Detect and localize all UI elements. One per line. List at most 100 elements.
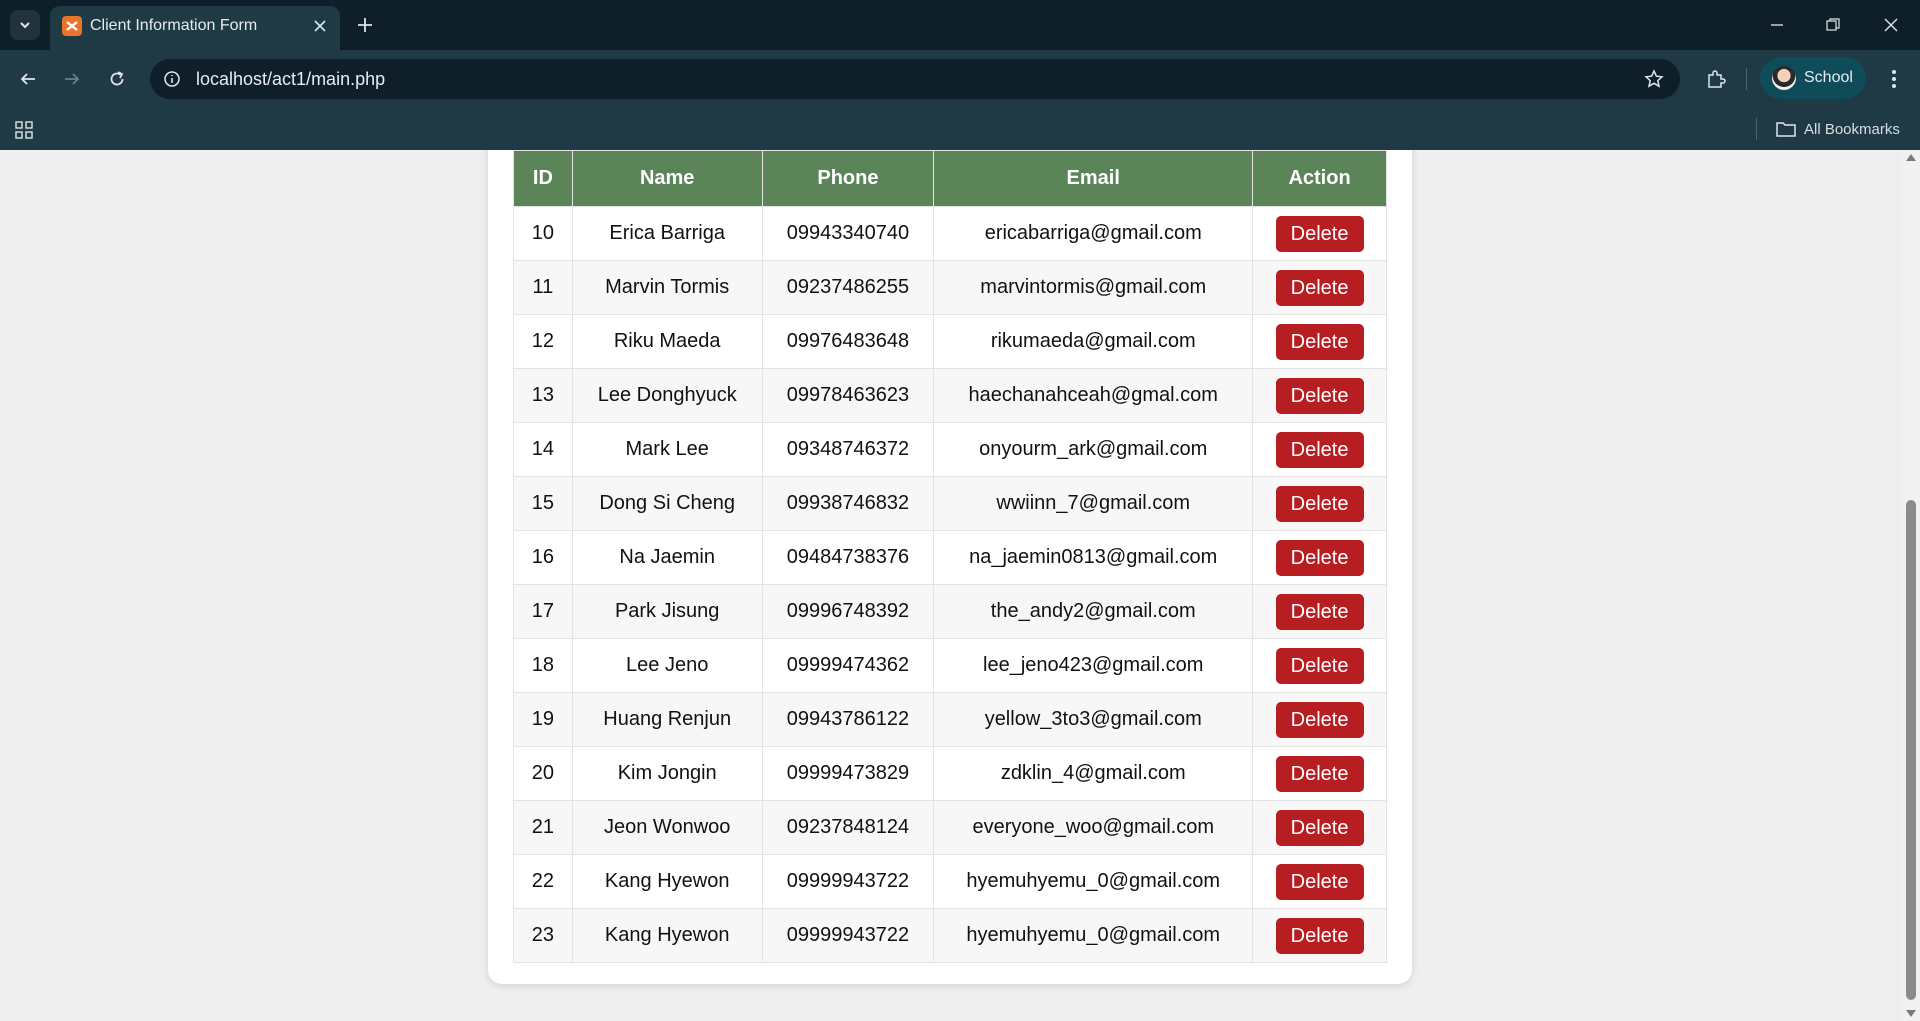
cell-name: Kang Hyewon: [571, 908, 763, 963]
scroll-up-arrow-icon[interactable]: [1906, 154, 1916, 161]
cell-name: Kang Hyewon: [571, 854, 763, 909]
tab-title: Client Information Form: [90, 17, 258, 34]
site-info-icon[interactable]: [160, 67, 184, 91]
table-row: 23 Kang Hyewon 09999943722 hyemuhyemu_0@gma…: [513, 908, 1387, 963]
header-name: Name: [571, 150, 763, 207]
delete-button[interactable]: Delete: [1275, 539, 1364, 576]
table-row: 17 Park Jisung 09996748392 the_andy2@gmail.…: [513, 584, 1387, 639]
table-row: 14 Mark Lee 09348746372 onyourm_ark@gmail.c…: [513, 422, 1387, 477]
table-row: 15 Dong Si Cheng 09938746832 wwiinn_7@gmail…: [513, 476, 1387, 531]
header-id: ID: [513, 150, 573, 207]
cell-id: 13: [513, 368, 573, 423]
browser-toolbar: localhost/act1/main.php School: [0, 50, 1920, 108]
active-tab[interactable]: Client Information Form: [50, 6, 340, 50]
table-row: 11 Marvin Tormis 09237486255 marvintormis@g…: [513, 260, 1387, 315]
bookmark-star-icon[interactable]: [1642, 67, 1666, 91]
cell-action: Delete: [1252, 368, 1387, 423]
cell-name: Dong Si Cheng: [571, 476, 763, 531]
delete-button[interactable]: Delete: [1275, 215, 1364, 252]
address-bar[interactable]: localhost/act1/main.php: [150, 59, 1680, 99]
chevron-down-icon: [20, 22, 30, 29]
delete-button[interactable]: Delete: [1275, 323, 1364, 360]
delete-button[interactable]: Delete: [1275, 647, 1364, 684]
table-row: 13 Lee Donghyuck 09978463623 haechanahceah@…: [513, 368, 1387, 423]
all-bookmarks-label: All Bookmarks: [1804, 120, 1900, 138]
cell-action: Delete: [1252, 854, 1387, 909]
cell-name: Marvin Tormis: [571, 260, 763, 315]
cell-action: Delete: [1252, 530, 1387, 585]
table-row: 20 Kim Jongin 09999473829 zdklin_4@gmail.co…: [513, 746, 1387, 801]
cell-action: Delete: [1252, 908, 1387, 963]
cell-id: 10: [513, 206, 573, 261]
forward-arrow-icon[interactable]: [56, 63, 88, 95]
cell-id: 21: [513, 800, 573, 855]
cell-email: yellow_3to3@gmail.com: [933, 692, 1254, 747]
restore-icon[interactable]: [1818, 10, 1848, 40]
cell-name: Kim Jongin: [571, 746, 763, 801]
delete-button[interactable]: Delete: [1275, 701, 1364, 738]
cell-action: Delete: [1252, 422, 1387, 477]
table-row: 16 Na Jaemin 09484738376 na_jaemin0813@gmai…: [513, 530, 1387, 585]
cell-phone: 09999474362: [761, 638, 935, 693]
cell-email: wwiinn_7@gmail.com: [933, 476, 1254, 531]
close-window-icon[interactable]: [1876, 10, 1906, 40]
url-text[interactable]: localhost/act1/main.php: [196, 69, 385, 89]
cell-action: Delete: [1252, 692, 1387, 747]
cell-phone: 09943786122: [761, 692, 935, 747]
page-scrollbar[interactable]: [1902, 150, 1920, 1021]
cell-name: Jeon Wonwoo: [571, 800, 763, 855]
cell-email: hyemuhyemu_0@gmail.com: [933, 908, 1254, 963]
cell-email: na_jaemin0813@gmail.com: [933, 530, 1254, 585]
client-table-card: ID Name Phone Email Action 10 Erica Barri…: [488, 150, 1412, 984]
header-action: Action: [1252, 150, 1387, 207]
close-tab-icon[interactable]: [310, 16, 330, 36]
delete-button[interactable]: Delete: [1275, 431, 1364, 468]
all-bookmarks-button[interactable]: All Bookmarks: [1776, 116, 1900, 142]
page-viewport: ID Name Phone Email Action 10 Erica Barri…: [0, 150, 1902, 1021]
scroll-thumb[interactable]: [1906, 500, 1916, 1000]
avatar: [1772, 66, 1796, 90]
cell-id: 19: [513, 692, 573, 747]
cell-phone: 09237848124: [761, 800, 935, 855]
cell-phone: 09978463623: [761, 368, 935, 423]
table-row: 10 Erica Barriga 09943340740 ericabarriga@g…: [513, 206, 1387, 261]
more-menu-icon[interactable]: [1878, 63, 1910, 95]
bookmarks-bar: All Bookmarks: [0, 108, 1920, 150]
apps-grid-icon[interactable]: [12, 118, 36, 142]
cell-id: 16: [513, 530, 573, 585]
cell-phone: 09996748392: [761, 584, 935, 639]
xampp-favicon-icon: [62, 16, 82, 36]
cell-name: Lee Donghyuck: [571, 368, 763, 423]
delete-button[interactable]: Delete: [1275, 863, 1364, 900]
table-row: 18 Lee Jeno 09999474362 lee_jeno423@gmail.c…: [513, 638, 1387, 693]
cell-email: zdklin_4@gmail.com: [933, 746, 1254, 801]
delete-button[interactable]: Delete: [1275, 917, 1364, 954]
cell-id: 12: [513, 314, 573, 369]
cell-name: Na Jaemin: [571, 530, 763, 585]
cell-email: rikumaeda@gmail.com: [933, 314, 1254, 369]
new-tab-plus-icon[interactable]: [352, 12, 378, 38]
delete-button[interactable]: Delete: [1275, 755, 1364, 792]
extensions-puzzle-icon[interactable]: [1700, 63, 1732, 95]
header-phone: Phone: [761, 150, 935, 207]
table-row: 22 Kang Hyewon 09999943722 hyemuhyemu_0@gma…: [513, 854, 1387, 909]
cell-id: 14: [513, 422, 573, 477]
delete-button[interactable]: Delete: [1275, 485, 1364, 522]
delete-button[interactable]: Delete: [1275, 269, 1364, 306]
delete-button[interactable]: Delete: [1275, 593, 1364, 630]
cell-email: everyone_woo@gmail.com: [933, 800, 1254, 855]
cell-action: Delete: [1252, 638, 1387, 693]
cell-email: onyourm_ark@gmail.com: [933, 422, 1254, 477]
delete-button[interactable]: Delete: [1275, 809, 1364, 846]
cell-action: Delete: [1252, 260, 1387, 315]
minimize-icon[interactable]: [1762, 10, 1792, 40]
profile-button[interactable]: School: [1760, 57, 1866, 99]
cell-action: Delete: [1252, 746, 1387, 801]
reload-icon[interactable]: [101, 63, 133, 95]
cell-name: Huang Renjun: [571, 692, 763, 747]
table-row: 12 Riku Maeda 09976483648 rikumaeda@gmail.c…: [513, 314, 1387, 369]
delete-button[interactable]: Delete: [1275, 377, 1364, 414]
scroll-down-arrow-icon[interactable]: [1906, 1010, 1916, 1017]
tab-search-button[interactable]: [10, 10, 40, 40]
back-arrow-icon[interactable]: [12, 63, 44, 95]
